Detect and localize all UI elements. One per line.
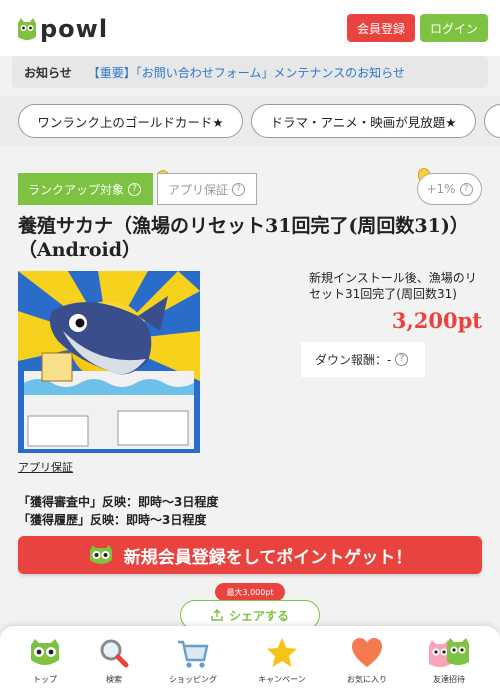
app-guarantee-badge[interactable]: アプリ保証 ?	[157, 173, 257, 205]
login-button[interactable]: ログイン	[420, 14, 488, 42]
owl-icon	[31, 639, 59, 665]
campaign-chip-video[interactable]: ドラマ・アニメ・映画が見放題★	[251, 104, 476, 138]
app-guarantee-link[interactable]: アプリ保証	[18, 459, 73, 475]
owl-icon	[89, 545, 112, 564]
rankup-badge[interactable]: ランクアップ対象 ?	[18, 173, 153, 205]
nav-favorites[interactable]: お気に入り	[325, 636, 409, 696]
nav-label: トップ	[33, 675, 57, 684]
site-header: powl 会員登録 ログイン	[0, 0, 500, 56]
app-guarantee-label: アプリ保証	[168, 182, 229, 197]
offer-points: 3,200pt	[391, 308, 482, 333]
help-icon[interactable]: ?	[459, 182, 473, 196]
nav-label: お気に入り	[347, 675, 387, 684]
nav-label: キャンペーン	[258, 675, 306, 684]
notice-bar: お知らせ 【重要】「お問い合わせフォーム」メンテナンスのお知らせ	[12, 56, 488, 88]
campaign-chip-partial[interactable]	[484, 104, 500, 138]
owl-logo-icon	[18, 18, 36, 40]
rankup-label: ランクアップ対象	[28, 182, 125, 197]
offer-title: 養殖サカナ（漁場のリセット31回完了(周回数31)）（Android）	[18, 215, 469, 261]
reflect-times: 「獲得審査中」反映：即時～3日程度 「獲得履歴」反映：即時～3日程度	[18, 493, 218, 529]
app-icon-image	[18, 271, 200, 453]
search-icon	[100, 639, 129, 668]
notice-link[interactable]: 【重要】「お問い合わせフォーム」メンテナンスのお知らせ	[88, 64, 405, 81]
nav-invite[interactable]: 友達招待	[407, 636, 491, 696]
down-reward[interactable]: ダウン報酬：- ?	[301, 342, 425, 377]
help-icon[interactable]: ?	[232, 182, 246, 196]
share-max-badge: 最大3,000pt	[215, 583, 285, 604]
powl-logo[interactable]: powl	[16, 14, 108, 44]
nav-label: 検索	[106, 675, 122, 684]
cta-label: 新規会員登録をしてポイントゲット！	[123, 547, 413, 568]
nav-label: ショッピング	[169, 675, 217, 684]
nav-shopping[interactable]: ショッピング	[151, 636, 235, 696]
cart-icon	[178, 640, 209, 668]
logo-text: powl	[40, 15, 109, 43]
campaign-chip-bar: ワンランク上のゴールドカード★ ドラマ・アニメ・映画が見放題★	[0, 96, 500, 146]
register-button[interactable]: 会員登録	[347, 14, 415, 42]
offer-detail: ランクアップ対象 ? アプリ保証 ? +1% ? 養殖サカナ（漁場のリセット31…	[0, 146, 500, 630]
offer-description: 新規インストール後、漁場のリセット31回完了(周回数31)	[309, 271, 477, 301]
star-icon	[267, 638, 297, 667]
friends-icon	[429, 638, 469, 667]
heart-icon	[352, 638, 382, 667]
share-label: シェアする	[228, 608, 289, 623]
help-icon[interactable]: ?	[395, 353, 409, 366]
help-icon[interactable]: ?	[128, 182, 142, 196]
reflect-review-text: 「獲得審査中」反映：即時～3日程度	[18, 495, 219, 509]
nav-label: 友達招待	[433, 675, 465, 684]
bonus-percent-badge[interactable]: +1% ?	[417, 173, 482, 205]
nav-campaign[interactable]: キャンペーン	[240, 636, 324, 696]
campaign-chip-gold-card[interactable]: ワンランク上のゴールドカード★	[18, 104, 243, 138]
nav-search[interactable]: 検索	[72, 636, 156, 696]
bonus-percent: +1%	[426, 182, 456, 196]
bottom-navigation: トップ 検索 ショッピング キャンペーン お気に入り 友達招待	[0, 626, 500, 700]
share-icon	[211, 609, 223, 621]
down-reward-label: ダウン報酬：-	[315, 353, 392, 367]
register-cta-button[interactable]: 新規会員登録をしてポイントゲット！	[18, 536, 482, 574]
reflect-history-text: 「獲得履歴」反映：即時～3日程度	[18, 513, 207, 527]
notice-label: お知らせ	[24, 65, 72, 80]
